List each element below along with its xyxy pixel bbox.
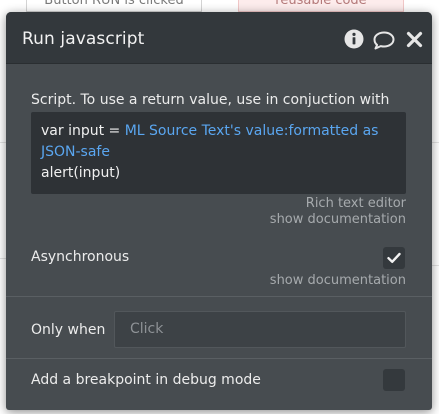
dynamic-expression[interactable]: ML Source Text's value:formatted as: [125, 123, 379, 139]
code-text: alert(input): [41, 165, 121, 181]
panel-titlebar[interactable]: Run javascript: [6, 12, 432, 64]
asynchronous-label: Asynchronous: [31, 249, 130, 265]
code-line: alert(input): [41, 163, 396, 184]
script-label: Script. To use a return value, use in co…: [31, 92, 390, 108]
dynamic-expression[interactable]: JSON-safe: [41, 144, 110, 160]
only-when-label: Only when: [31, 322, 106, 338]
background-card-label: reusable code: [275, 0, 367, 8]
asynchronous-checkbox[interactable]: [383, 247, 405, 269]
rich-text-editor-link[interactable]: Rich text editor: [306, 196, 406, 211]
show-documentation-link[interactable]: show documentation: [270, 212, 406, 227]
action-property-editor: Run javascript Script. To use a return v…: [6, 12, 432, 410]
breakpoint-checkbox[interactable]: [383, 369, 405, 391]
background-card-label: Button RUN is clicked: [44, 0, 184, 8]
comment-icon[interactable]: [372, 30, 396, 50]
checkmark-icon: [387, 252, 401, 263]
code-line: JSON-safe: [41, 142, 396, 163]
code-line: var input = ML Source Text's value:forma…: [41, 121, 396, 142]
breakpoint-label: Add a breakpoint in debug mode: [31, 372, 261, 388]
section-divider: [6, 296, 432, 297]
code-text: var input =: [41, 123, 125, 139]
panel-title: Run javascript: [22, 29, 145, 49]
background-reusable-card: reusable code: [238, 0, 404, 12]
background-divider: [432, 142, 439, 143]
script-code-editor[interactable]: var input = ML Source Text's value:forma…: [31, 112, 406, 194]
only-when-condition-input[interactable]: Click: [114, 311, 406, 348]
background-divider: [432, 265, 439, 266]
show-documentation-link[interactable]: show documentation: [270, 273, 406, 288]
close-icon[interactable]: [406, 31, 423, 48]
background-workflow-card: Button RUN is clicked: [26, 0, 202, 12]
info-icon[interactable]: [344, 29, 364, 49]
section-divider: [6, 358, 432, 359]
